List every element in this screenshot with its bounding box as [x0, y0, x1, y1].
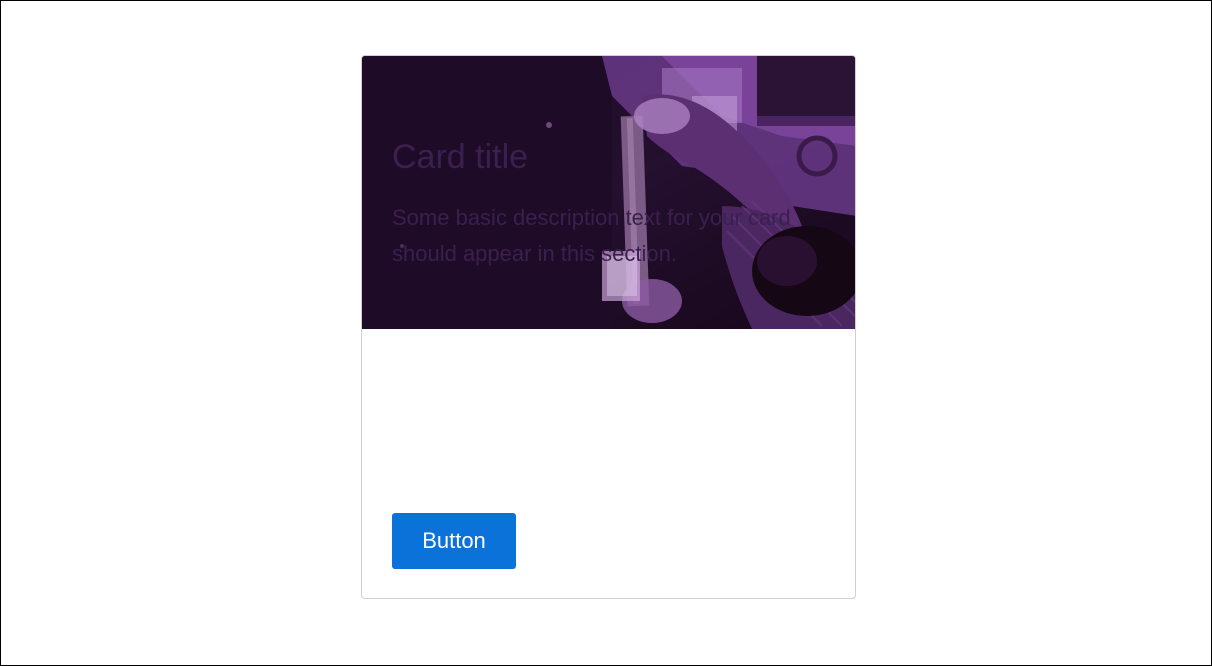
card-description: Some basic description text for your car…	[392, 205, 791, 266]
card-image	[362, 56, 855, 329]
card-title: Card title	[392, 138, 529, 176]
card: Card title Some basic description text f…	[361, 55, 856, 599]
card-button[interactable]: Button	[392, 513, 516, 569]
card-photo	[362, 56, 855, 329]
page-frame: Card title Some basic description text f…	[0, 0, 1212, 666]
